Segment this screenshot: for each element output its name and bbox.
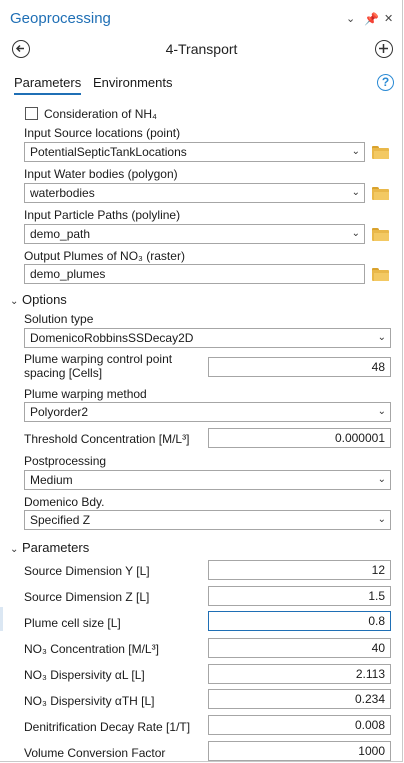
chevron-down-icon: ⌄ [377,474,386,485]
plumes-value: demo_plumes [30,267,106,281]
paths-dropdown[interactable]: demo_path ⌄ [24,224,365,244]
paths-label: Input Particle Paths (polyline) [24,208,181,222]
close-icon[interactable]: ✕ [384,12,393,25]
nh4-checkbox[interactable] [25,107,38,120]
denit-label: Denitrification Decay Rate [1/T] [24,720,191,734]
vol-label: Volume Conversion Factor [24,746,166,760]
post-dropdown[interactable]: Medium ⌄ [24,470,391,490]
disp-l-input[interactable]: 2.113 [208,664,391,684]
bdy-label: Domenico Bdy. [24,495,105,509]
post-value: Medium [30,473,73,487]
pane-title: Geoprocessing [10,10,111,27]
warp-spacing-label-2: spacing [Cells] [24,366,103,380]
folder-icon[interactable] [372,146,389,159]
water-dropdown[interactable]: waterbodies ⌄ [24,183,365,203]
warp-method-label: Plume warping method [24,387,147,401]
chevron-down-icon: ⌄ [351,187,360,198]
chevron-down-icon: ⌄ [377,514,386,525]
no3-conc-label: NO₃ Concentration [M/L³] [24,642,159,656]
water-label: Input Water bodies (polygon) [24,167,178,181]
warp-method-dropdown[interactable]: Polyorder2 ⌄ [24,402,391,422]
source-label: Input Source locations (point) [24,126,181,140]
cell-input[interactable]: 0.8 [208,611,391,631]
help-icon[interactable]: ? [377,74,394,91]
tool-title: 4-Transport [165,41,238,57]
warp-spacing-label-1: Plume warping control point [24,352,173,366]
options-header: Options [22,292,67,307]
src-z-input[interactable]: 1.5 [208,586,391,606]
vol-input[interactable]: 1000 [208,741,391,761]
no3-conc-input[interactable]: 40 [208,638,391,658]
disp-th-input[interactable]: 0.234 [208,689,391,709]
water-value: waterbodies [30,186,95,200]
nh4-label: Consideration of NH₄ [44,107,157,121]
tab-environments[interactable]: Environments [93,75,172,93]
chevron-down-icon: ⌄ [351,146,360,157]
source-dropdown[interactable]: PotentialSepticTankLocations ⌄ [24,142,365,162]
post-label: Postprocessing [24,454,107,468]
plumes-input[interactable]: demo_plumes [24,264,365,284]
threshold-label: Threshold Concentration [M/L³] [24,432,190,446]
cell-label: Plume cell size [L] [24,616,121,630]
paths-value: demo_path [30,227,91,241]
folder-icon[interactable] [372,187,389,200]
warp-spacing-input[interactable]: 48 [208,357,391,377]
chevron-down-icon: ⌄ [10,296,19,307]
geoprocessing-pane: Geoprocessing ⌄ 📌 ✕ 4-Transport Paramete… [0,0,403,762]
folder-icon[interactable] [372,228,389,241]
solution-dropdown[interactable]: DomenicoRobbinsSSDecay2D ⌄ [24,328,391,348]
solution-label: Solution type [24,312,94,326]
source-value: PotentialSepticTankLocations [30,145,187,159]
chevron-down-icon[interactable]: ⌄ [346,12,355,25]
disp-l-label: NO₃ Dispersivity αL [L] [24,668,145,682]
src-y-label: Source Dimension Y [L] [24,564,150,578]
options-section-header[interactable]: ⌄ Options [10,292,67,307]
pin-icon[interactable]: 📌 [364,12,379,26]
src-y-input[interactable]: 12 [208,560,391,580]
chevron-down-icon: ⌄ [377,332,386,343]
disp-th-label: NO₃ Dispersivity αTH [L] [24,694,155,708]
plumes-label: Output Plumes of NO₃ (raster) [24,249,185,263]
chevron-down-icon: ⌄ [10,544,19,555]
tab-parameters[interactable]: Parameters [14,75,82,95]
add-button[interactable] [375,40,393,58]
solution-value: DomenicoRobbinsSSDecay2D [30,331,194,345]
parameters-section-header[interactable]: ⌄ Parameters [10,540,89,555]
denit-input[interactable]: 0.008 [208,715,391,735]
chevron-down-icon: ⌄ [377,406,386,417]
threshold-input[interactable]: 0.000001 [208,428,391,448]
pane-titlebar: Geoprocessing ⌄ 📌 ✕ [0,0,403,34]
focus-marker [0,607,3,631]
bdy-dropdown[interactable]: Specified Z ⌄ [24,510,391,530]
src-z-label: Source Dimension Z [L] [24,590,150,604]
chevron-down-icon: ⌄ [351,228,360,239]
folder-icon[interactable] [372,268,389,281]
parameters-header: Parameters [22,540,90,555]
bdy-value: Specified Z [30,513,91,527]
warp-method-value: Polyorder2 [30,405,89,419]
plus-icon [379,44,388,53]
